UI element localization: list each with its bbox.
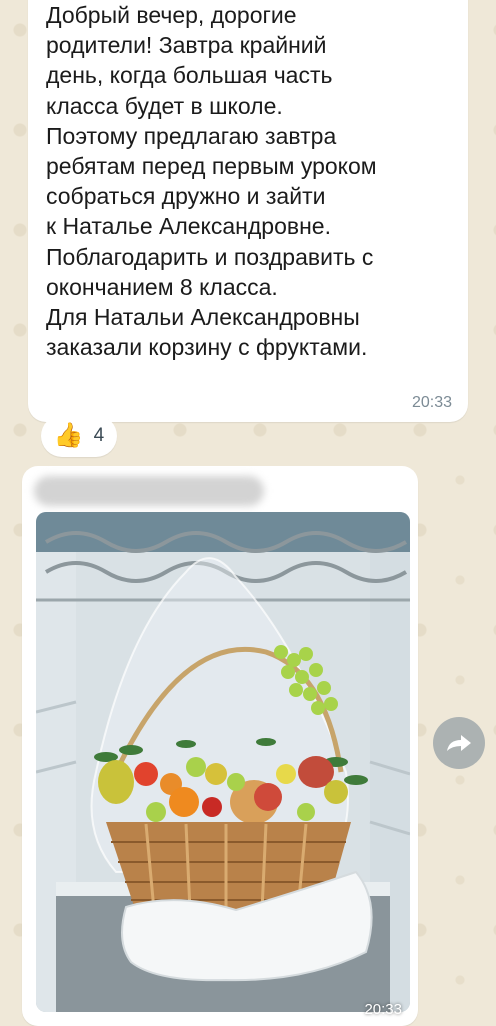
text-message-bubble[interactable]: Добрый вечер, дорогие родители! Завтра к…: [28, 0, 468, 422]
reaction-chip[interactable]: 👍 4: [41, 415, 117, 457]
message-time: 20:33: [411, 394, 452, 411]
message-text: Добрый вечер, дорогие родители! Завтра к…: [46, 2, 377, 361]
forward-button[interactable]: [433, 717, 485, 769]
photo[interactable]: [36, 512, 410, 1012]
fruit-basket-photo: [36, 512, 410, 1012]
reaction-count: 4: [93, 425, 105, 446]
photo-time: 20:33: [364, 1001, 402, 1018]
blurred-sender-name: [34, 476, 264, 506]
thumbs-up-icon: 👍: [53, 422, 84, 449]
forward-icon: [447, 735, 471, 751]
photo-message-bubble[interactable]: 20:33: [22, 466, 418, 1026]
